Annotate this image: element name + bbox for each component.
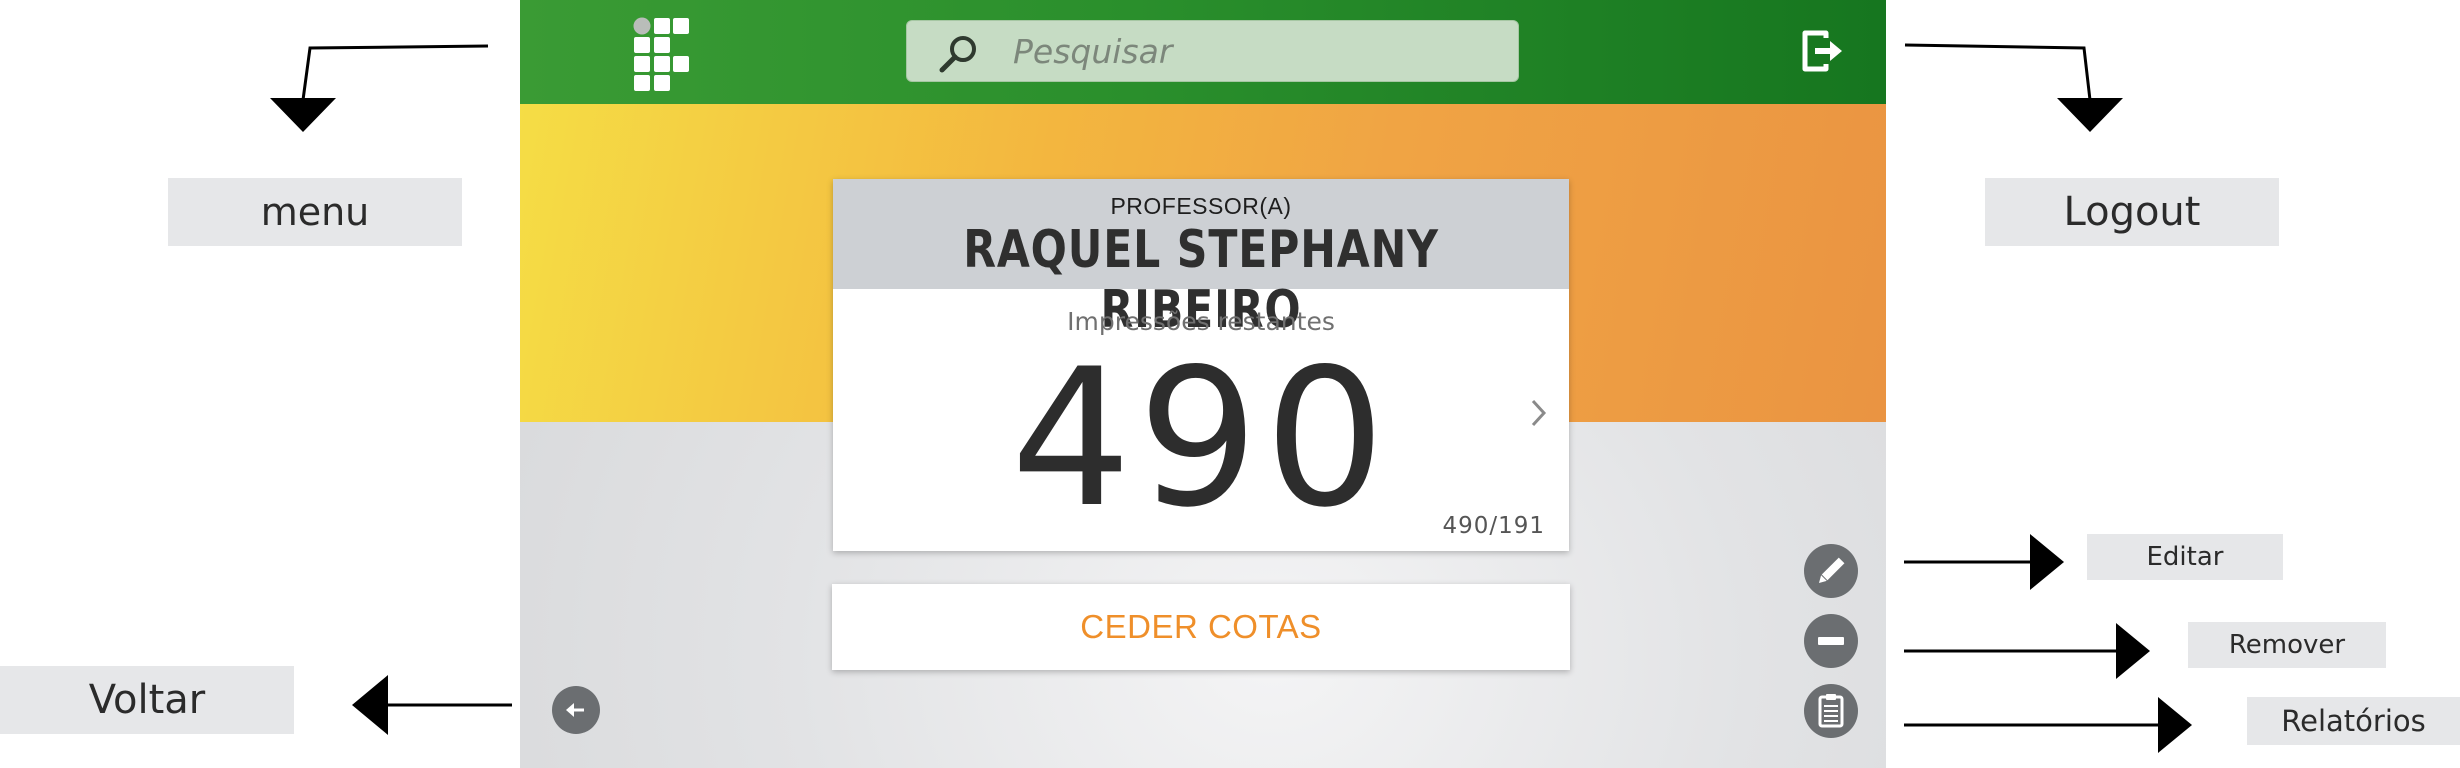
- quota-ratio: 490/191: [1442, 513, 1545, 539]
- annotation-voltar: Voltar: [0, 666, 294, 734]
- search-placeholder: Pesquisar: [1013, 32, 1173, 71]
- top-bar: Pesquisar: [520, 0, 1886, 104]
- card-header: PROFESSOR(A) RAQUEL STEPHANY RIBEIRO: [833, 179, 1569, 340]
- annotation-menu: menu: [168, 178, 462, 246]
- reports-button[interactable]: [1804, 684, 1858, 738]
- logout-icon[interactable]: [1800, 28, 1844, 74]
- arrow-left-icon: [566, 703, 584, 717]
- minus-icon: [1818, 637, 1844, 645]
- back-button[interactable]: [552, 686, 600, 734]
- user-role: PROFESSOR(A): [1110, 193, 1292, 219]
- app-screen: Pesquisar PROFESSOR(A) RAQUEL STEPHANY R…: [520, 0, 1886, 768]
- remaining-count: 490: [1010, 328, 1392, 549]
- annotation-relatorios: Relatórios: [2247, 697, 2460, 745]
- annotation-remover: Remover: [2188, 622, 2386, 668]
- quota-card: PROFESSOR(A) RAQUEL STEPHANY RIBEIRO Imp…: [833, 179, 1569, 551]
- share-quotas-button[interactable]: CEDER COTAS: [832, 584, 1570, 670]
- annotation-logout: Logout: [1985, 178, 2279, 246]
- pencil-icon: [1818, 557, 1845, 584]
- grid-menu-icon[interactable]: [633, 17, 693, 93]
- remove-button[interactable]: [1804, 614, 1858, 668]
- search-icon: [939, 36, 976, 73]
- chevron-right-icon[interactable]: [1523, 393, 1553, 433]
- edit-button[interactable]: [1804, 544, 1858, 598]
- annotation-editar: Editar: [2087, 534, 2283, 580]
- share-quotas-label: CEDER COTAS: [1080, 608, 1322, 645]
- clipboard-icon: [1818, 694, 1844, 728]
- search-input[interactable]: Pesquisar: [906, 20, 1519, 82]
